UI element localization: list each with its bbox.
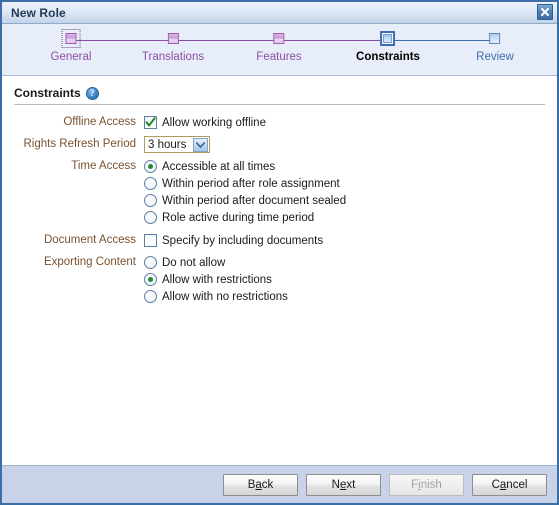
label-rights-refresh-period: Rights Refresh Period — [23, 138, 137, 150]
constraints-form: Offline Access Allow working offline Rig… — [2, 114, 557, 305]
rights-refresh-period-select[interactable]: 3 hours — [144, 136, 210, 153]
mnemonic-char: e — [339, 478, 347, 491]
checkbox-box[interactable] — [144, 116, 157, 129]
radio-label: Allow with no restrictions — [162, 290, 288, 303]
train-marker-features[interactable] — [269, 29, 288, 48]
form-row-offline-access: Offline Access Allow working offline — [14, 114, 557, 131]
step-marker-icon — [167, 33, 179, 44]
radio-button[interactable] — [144, 273, 157, 286]
field-time-access: Accessible at all times Within period aft… — [144, 158, 557, 226]
checkbox-box[interactable] — [144, 234, 157, 247]
mnemonic-char: a — [499, 478, 507, 491]
form-row-rights-refresh-period: Rights Refresh Period 3 hours — [14, 136, 557, 153]
radio-button[interactable] — [144, 177, 157, 190]
dialog-titlebar: New Role — [2, 2, 557, 24]
radio-label: Do not allow — [162, 256, 226, 269]
wizard-train: General Translations Features Constraints Re… — [2, 24, 557, 76]
page-title: Constraints — [14, 86, 81, 100]
radio-button[interactable] — [144, 256, 157, 269]
dialog-content: Constraints ? Offline Access Allow worki… — [2, 76, 557, 465]
radio-selected-dot — [148, 164, 153, 169]
step-marker-inner — [383, 34, 393, 43]
help-icon[interactable]: ? — [85, 86, 99, 100]
radio-label: Within period after document sealed — [162, 194, 347, 207]
field-offline-access: Allow working offline — [144, 114, 557, 131]
cancel-button[interactable]: Cancel — [472, 473, 547, 496]
time-access-radio-3[interactable]: Role active during time period — [144, 209, 557, 226]
form-row-exporting-content: Exporting Content Do not allow Allow with… — [14, 254, 557, 305]
mnemonic-char: a — [255, 478, 262, 491]
chevron-down-icon[interactable] — [193, 137, 208, 152]
train-step-constraints[interactable]: Constraints — [356, 29, 420, 63]
train-marker-review[interactable] — [486, 29, 505, 48]
section-header: Constraints ? — [14, 86, 545, 105]
field-document-access: Specify by including documents — [144, 232, 557, 249]
step-marker-icon — [273, 33, 285, 44]
label-exporting-content: Exporting Content — [43, 256, 136, 268]
exporting-content-radio-1[interactable]: Allow with restrictions — [144, 271, 557, 288]
radio-button[interactable] — [144, 211, 157, 224]
button-label: Back — [247, 478, 274, 491]
form-row-time-access: Time Access Accessible at all times Withi… — [14, 158, 557, 226]
specify-by-including-documents-checkbox[interactable]: Specify by including documents — [144, 232, 557, 249]
select-value: 3 hours — [148, 138, 187, 151]
allow-working-offline-checkbox[interactable]: Allow working offline — [144, 114, 557, 131]
step-marker-icon — [65, 33, 77, 44]
train-step-features[interactable]: Features — [256, 29, 302, 63]
radio-button[interactable] — [144, 160, 157, 173]
train-step-label: Review — [476, 51, 514, 63]
step-marker-icon — [380, 31, 396, 46]
dialog-title: New Role — [11, 5, 66, 20]
radio-selected-dot — [148, 277, 153, 282]
new-role-dialog: New Role General Translations Features Cons… — [0, 0, 559, 505]
train-step-label: Constraints — [356, 51, 420, 63]
button-label: Finish — [411, 478, 442, 491]
finish-button: Finish — [389, 473, 464, 496]
train-marker-general[interactable] — [61, 29, 81, 48]
checkbox-label: Allow working offline — [162, 116, 266, 129]
radio-button[interactable] — [144, 290, 157, 303]
back-button[interactable]: Back — [223, 473, 298, 496]
field-exporting-content: Do not allow Allow with restrictions Allow… — [144, 254, 557, 305]
dialog-button-bar: Back Next Finish Cancel — [2, 465, 557, 503]
label-document-access: Document Access — [43, 234, 136, 246]
train-step-label: General — [50, 51, 92, 63]
mnemonic-char: i — [418, 478, 421, 491]
radio-label: Role active during time period — [162, 211, 315, 224]
radio-label: Within period after role assignment — [162, 177, 340, 190]
time-access-radio-1[interactable]: Within period after role assignment — [144, 175, 557, 192]
field-rights-refresh-period: 3 hours — [144, 136, 557, 153]
step-marker-icon — [489, 33, 501, 44]
label-time-access: Time Access — [71, 160, 136, 172]
exporting-content-radio-2[interactable]: Allow with no restrictions — [144, 288, 557, 305]
train-step-review[interactable]: Review — [476, 29, 514, 63]
next-button[interactable]: Next — [306, 473, 381, 496]
exporting-content-radio-0[interactable]: Do not allow — [144, 254, 557, 271]
train-step-label: Features — [256, 51, 302, 63]
form-row-document-access: Document Access Specify by including doc… — [14, 232, 557, 249]
label-offline-access: Offline Access — [63, 116, 136, 128]
radio-label: Accessible at all times — [162, 160, 276, 173]
train-step-translations[interactable]: Translations — [142, 29, 204, 63]
time-access-radio-2[interactable]: Within period after document sealed — [144, 192, 557, 209]
train-marker-constraints[interactable] — [379, 29, 398, 48]
button-label: Next — [331, 478, 356, 491]
train-step-label: Translations — [141, 51, 205, 63]
train-step-general[interactable]: General — [50, 29, 92, 63]
checkbox-label: Specify by including documents — [162, 234, 324, 247]
radio-label: Allow with restrictions — [162, 273, 272, 286]
train-marker-translations[interactable] — [164, 29, 183, 48]
close-icon[interactable] — [537, 4, 553, 20]
time-access-radio-0[interactable]: Accessible at all times — [144, 158, 557, 175]
button-label: Cancel — [491, 478, 528, 491]
radio-button[interactable] — [144, 194, 157, 207]
